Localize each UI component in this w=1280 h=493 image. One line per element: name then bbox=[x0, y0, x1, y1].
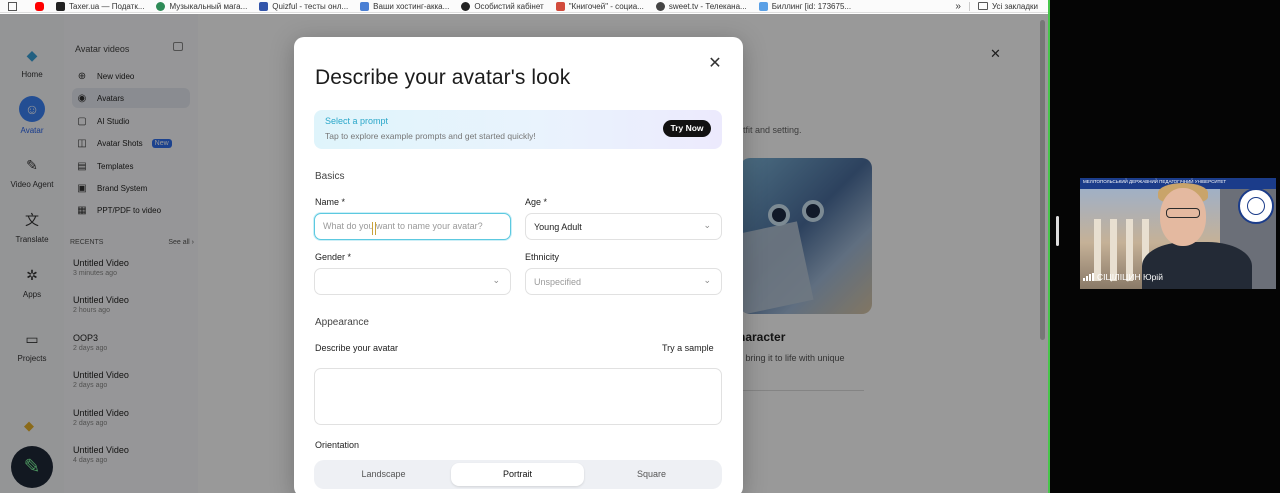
ethnicity-value: Unspecified bbox=[534, 277, 582, 287]
university-logo-icon bbox=[1238, 188, 1274, 224]
prompt-subtitle: Tap to explore example prompts and get s… bbox=[325, 131, 536, 141]
ethnicity-select[interactable]: Unspecified ⌄ bbox=[525, 268, 722, 295]
bookmark-sweettv[interactable]: sweet.tv - Телекана... bbox=[650, 1, 753, 11]
describe-label: Describe your avatar bbox=[315, 343, 399, 353]
describe-avatar-textarea[interactable] bbox=[314, 368, 722, 425]
bookmark-youtube[interactable] bbox=[29, 1, 50, 11]
chevron-down-icon: ⌄ bbox=[703, 220, 711, 230]
orientation-square[interactable]: Square bbox=[585, 463, 718, 486]
name-placeholder: What do you want to name your avatar? bbox=[323, 221, 483, 231]
dialog-title: Describe your avatar's look bbox=[315, 66, 571, 89]
text-cursor-icon bbox=[372, 222, 376, 235]
sweettv-icon bbox=[655, 1, 665, 11]
music-icon bbox=[156, 1, 166, 11]
appearance-heading: Appearance bbox=[315, 317, 369, 328]
bookmark-quizful[interactable]: Quizful - тесты онл... bbox=[253, 1, 354, 11]
participant-name-label: СІЦІЛІЦИН Юрій bbox=[1083, 270, 1163, 284]
all-bookmarks-folder[interactable]: Усі закладки bbox=[968, 1, 1048, 11]
orientation-portrait[interactable]: Portrait bbox=[451, 463, 584, 486]
try-sample-link[interactable]: Try a sample bbox=[662, 343, 714, 353]
participant-video-tile[interactable]: МЕЛІТОПОЛЬСЬКИЙ ДЕРЖАВНИЙ ПЕДАГОГІЧНИЙ У… bbox=[1080, 178, 1276, 289]
name-field[interactable]: What do you want to name your avatar? bbox=[314, 213, 511, 240]
basics-heading: Basics bbox=[315, 171, 345, 182]
bookmark-billing[interactable]: Биллинг [id: 173675... bbox=[753, 1, 857, 11]
taxer-icon bbox=[56, 1, 65, 11]
video-call-panel: МЕЛІТОПОЛЬСЬКИЙ ДЕРЖАВНИЙ ПЕДАГОГІЧНИЙ У… bbox=[1048, 0, 1280, 493]
name-label: Name * bbox=[315, 197, 346, 207]
folder-icon bbox=[977, 2, 988, 10]
audio-level-icon bbox=[1083, 273, 1094, 281]
bookmarks-more-button[interactable]: » bbox=[947, 1, 969, 12]
glasses-icon bbox=[1166, 208, 1200, 218]
age-value: Young Adult bbox=[534, 222, 582, 232]
gender-select[interactable]: ⌄ bbox=[314, 268, 511, 295]
billing-icon bbox=[758, 1, 768, 11]
book-icon bbox=[555, 1, 565, 11]
youtube-icon bbox=[35, 1, 44, 11]
bookmarks-bar: Taxer.ua — Податк... Музыкальный мага...… bbox=[0, 0, 1048, 13]
age-label: Age * bbox=[525, 197, 548, 207]
scrollbar[interactable] bbox=[1040, 20, 1045, 340]
bookmark-hosting[interactable]: Ваши хостинг-акка... bbox=[354, 1, 455, 11]
hosting-icon bbox=[360, 1, 370, 11]
age-select[interactable]: Young Adult ⌄ bbox=[525, 213, 722, 240]
ethnicity-label: Ethnicity bbox=[525, 252, 560, 262]
orientation-segmented-control: Landscape Portrait Square bbox=[314, 460, 722, 489]
orientation-label: Orientation bbox=[315, 440, 360, 450]
apps-grid-icon[interactable] bbox=[8, 1, 17, 11]
cabinet-icon bbox=[461, 1, 471, 11]
try-now-button[interactable]: Try Now bbox=[663, 120, 711, 137]
bookmark-taxer[interactable]: Taxer.ua — Податк... bbox=[50, 1, 150, 11]
close-icon[interactable]: ✕ bbox=[707, 53, 723, 73]
orientation-landscape[interactable]: Landscape bbox=[317, 463, 450, 486]
avatar-look-dialog: Describe your avatar's look ✕ Select a p… bbox=[294, 37, 743, 493]
bookmark-music[interactable]: Музыкальный мага... bbox=[150, 1, 253, 11]
browser-window: Taxer.ua — Податк... Музыкальный мага...… bbox=[0, 0, 1048, 493]
prompt-title: Select a prompt bbox=[325, 116, 389, 126]
bookmark-knigochei[interactable]: "Книгочей" - социа... bbox=[550, 1, 650, 11]
chevron-down-icon: ⌄ bbox=[703, 275, 711, 285]
select-prompt-banner[interactable]: Select a prompt Tap to explore example p… bbox=[314, 110, 722, 149]
panel-resize-handle[interactable] bbox=[1056, 216, 1059, 246]
chevron-down-icon: ⌄ bbox=[492, 275, 500, 285]
gender-label: Gender * bbox=[315, 252, 352, 262]
quizful-icon bbox=[259, 1, 269, 11]
bookmark-cabinet[interactable]: Особистий кабінет bbox=[455, 1, 549, 11]
